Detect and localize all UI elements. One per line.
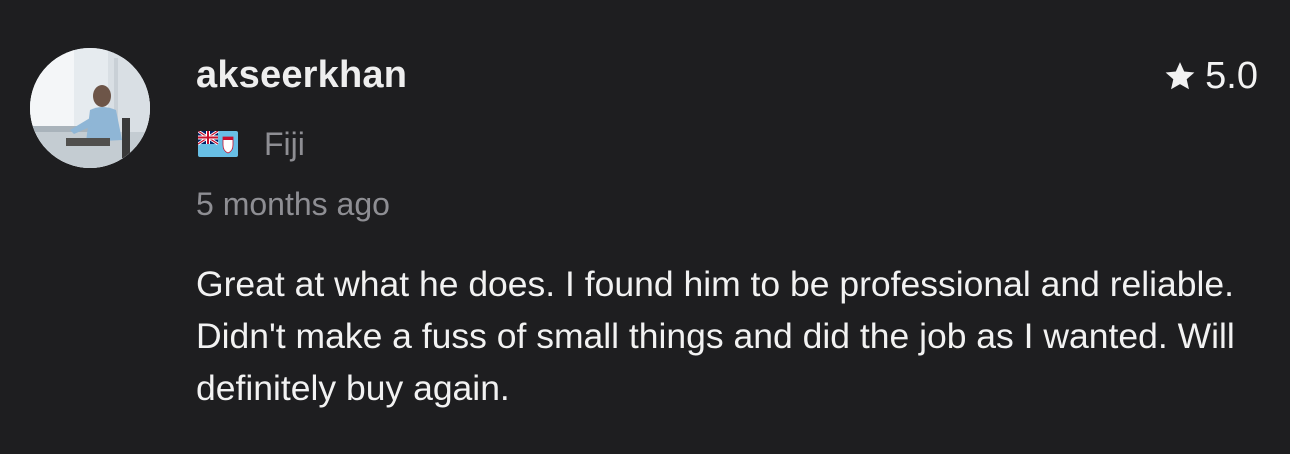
review-timestamp: 5 months ago xyxy=(196,186,390,222)
fiji-flag-icon xyxy=(198,131,238,157)
rating-value: 5.0 xyxy=(1205,55,1258,97)
review-card: akseerkhan 5.0 Fiji 5 months ago Great a… xyxy=(0,0,1290,454)
avatar[interactable] xyxy=(30,48,150,168)
reviewer-country: Fiji xyxy=(198,124,305,164)
avatar-photo xyxy=(30,48,150,168)
country-name: Fiji xyxy=(264,126,305,162)
star-icon xyxy=(1165,62,1195,90)
review-rating: 5.0 xyxy=(1163,54,1258,98)
review-text: Great at what he does. I found him to be… xyxy=(196,264,1235,408)
reviewer-username[interactable]: akseerkhan xyxy=(196,52,407,98)
